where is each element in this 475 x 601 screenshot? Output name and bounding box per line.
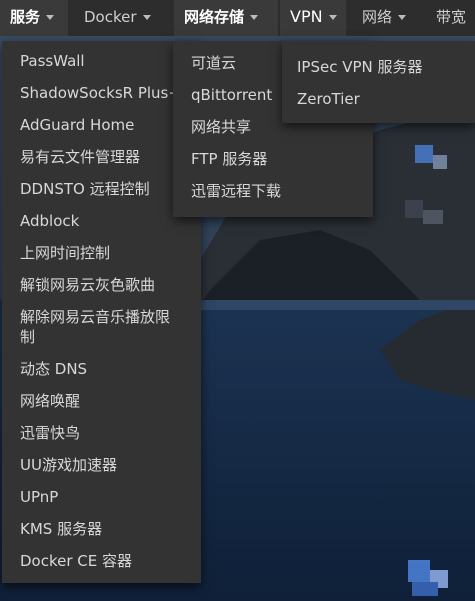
nav-vpn-label: VPN (290, 7, 323, 26)
nav-docker-label: Docker (84, 8, 137, 26)
menu-item-internet-time-control[interactable]: 上网时间控制 (2, 237, 201, 269)
menu-item-unlock-netease-music[interactable]: 解锁网易云灰色歌曲 (2, 269, 201, 301)
chevron-down-icon (142, 15, 151, 20)
menu-item-uu-game-accelerator[interactable]: UU游戏加速器 (2, 449, 201, 481)
menu-item-yiyouyun-file-manager[interactable]: 易有云文件管理器 (2, 141, 201, 173)
nav-network-storage-label: 网络存储 (184, 8, 245, 26)
chevron-down-icon (328, 15, 337, 20)
nav-vpn[interactable]: VPN (280, 0, 346, 36)
nav-services-label: 服务 (10, 8, 41, 26)
menu-item-upnp[interactable]: UPnP (2, 481, 201, 513)
chevron-down-icon (398, 15, 407, 20)
menu-item-ddnsto[interactable]: DDNSTO 远程控制 (2, 173, 201, 205)
menu-item-adguard-home[interactable]: AdGuard Home (2, 109, 201, 141)
menu-item-netease-playback-unlimit[interactable]: 解除网易云音乐播放限制 (2, 301, 201, 353)
chevron-down-icon (250, 15, 259, 20)
services-dropdown-menu: PassWall ShadowSocksR Plus+ AdGuard Home… (2, 41, 201, 583)
menu-item-adblock[interactable]: Adblock (2, 205, 201, 237)
nav-services[interactable]: 服务 (0, 0, 68, 36)
menu-item-xunlei-kuainiao[interactable]: 迅雷快鸟 (2, 417, 201, 449)
nav-bandwidth-label: 带宽 (436, 8, 467, 26)
vpn-dropdown-menu: IPSec VPN 服务器 ZeroTier (282, 41, 475, 123)
menu-item-wake-on-lan[interactable]: 网络唤醒 (2, 385, 201, 417)
nav-docker[interactable]: Docker (74, 0, 164, 36)
nav-network-storage[interactable]: 网络存储 (174, 0, 278, 36)
menu-item-zerotier[interactable]: ZeroTier (282, 83, 475, 115)
menu-item-dynamic-dns[interactable]: 动态 DNS (2, 353, 201, 385)
menu-item-xunlei-remote-download[interactable]: 迅雷远程下载 (173, 175, 373, 207)
menu-item-ipsec-vpn-server[interactable]: IPSec VPN 服务器 (282, 51, 475, 83)
top-navbar: 服务 Docker 网络存储 VPN 网络 带宽 (0, 0, 475, 36)
chevron-down-icon (46, 15, 55, 20)
menu-item-ftp-server[interactable]: FTP 服务器 (173, 143, 373, 175)
menu-item-docker-ce[interactable]: Docker CE 容器 (2, 545, 201, 577)
menu-item-shadowsocksr-plus[interactable]: ShadowSocksR Plus+ (2, 77, 201, 109)
menu-item-kms-server[interactable]: KMS 服务器 (2, 513, 201, 545)
nav-network-label: 网络 (362, 8, 393, 26)
menu-item-passwall[interactable]: PassWall (2, 45, 201, 77)
nav-bandwidth[interactable]: 带宽 (426, 0, 475, 36)
nav-network[interactable]: 网络 (352, 0, 424, 36)
